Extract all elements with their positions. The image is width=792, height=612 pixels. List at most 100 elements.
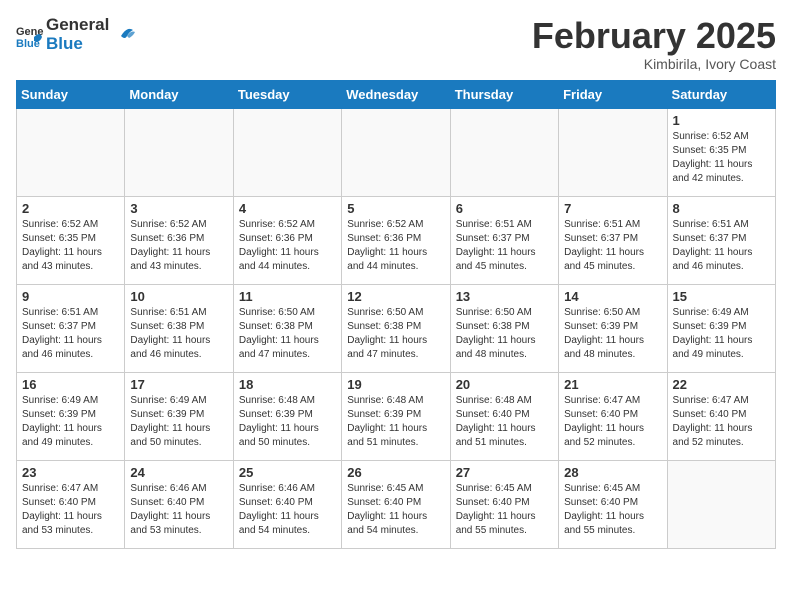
day-number: 18 [239,377,336,392]
calendar-cell [125,108,233,196]
calendar-cell: 3 Sunrise: 6:52 AM Sunset: 6:36 PM Daylig… [125,196,233,284]
day-info: Sunrise: 6:52 AM Sunset: 6:35 PM Dayligh… [22,218,119,274]
day-number: 12 [347,289,444,304]
day-info: Sunrise: 6:52 AM Sunset: 6:35 PM Dayligh… [673,130,770,186]
day-info: Sunrise: 6:47 AM Sunset: 6:40 PM Dayligh… [22,482,119,538]
calendar-cell: 18 Sunrise: 6:48 AM Sunset: 6:39 PM Dayli… [233,372,341,460]
logo-icon: General Blue [16,21,44,49]
day-number: 4 [239,201,336,216]
weekday-header-row: SundayMondayTuesdayWednesdayThursdayFrid… [17,80,776,108]
calendar-cell: 27 Sunrise: 6:45 AM Sunset: 6:40 PM Dayli… [450,460,558,548]
calendar-cell: 15 Sunrise: 6:49 AM Sunset: 6:39 PM Dayli… [667,284,775,372]
calendar-cell [667,460,775,548]
day-number: 11 [239,289,336,304]
calendar-cell: 10 Sunrise: 6:51 AM Sunset: 6:38 PM Dayli… [125,284,233,372]
day-number: 7 [564,201,661,216]
calendar-cell: 17Sunrise: 6:49 AM Sunset: 6:39 PM Dayli… [125,372,233,460]
calendar-cell: 14 Sunrise: 6:50 AM Sunset: 6:39 PM Dayli… [559,284,667,372]
month-title: February 2025 [532,16,776,56]
day-number: 26 [347,465,444,480]
weekday-header-saturday: Saturday [667,80,775,108]
day-number: 25 [239,465,336,480]
day-number: 21 [564,377,661,392]
day-info: Sunrise: 6:49 AM Sunset: 6:39 PM Dayligh… [673,306,770,362]
calendar-cell: 5 Sunrise: 6:52 AM Sunset: 6:36 PM Daylig… [342,196,450,284]
day-info: Sunrise: 6:47 AM Sunset: 6:40 PM Dayligh… [564,394,661,450]
day-info: Sunrise: 6:46 AM Sunset: 6:40 PM Dayligh… [130,482,227,538]
day-number: 27 [456,465,553,480]
title-block: February 2025 Kimbirila, Ivory Coast [532,16,776,72]
day-info: Sunrise: 6:48 AM Sunset: 6:39 PM Dayligh… [239,394,336,450]
day-info: Sunrise: 6:52 AM Sunset: 6:36 PM Dayligh… [130,218,227,274]
day-info: Sunrise: 6:51 AM Sunset: 6:38 PM Dayligh… [130,306,227,362]
calendar-cell: 22Sunrise: 6:47 AM Sunset: 6:40 PM Dayli… [667,372,775,460]
day-number: 17 [130,377,227,392]
calendar-week-row-3: 9 Sunrise: 6:51 AM Sunset: 6:37 PM Daylig… [17,284,776,372]
day-info: Sunrise: 6:50 AM Sunset: 6:38 PM Dayligh… [456,306,553,362]
calendar-week-row-4: 16 Sunrise: 6:49 AM Sunset: 6:39 PM Dayli… [17,372,776,460]
calendar-week-row-2: 2 Sunrise: 6:52 AM Sunset: 6:35 PM Daylig… [17,196,776,284]
page-header: General Blue General Blue February 2025 … [16,16,776,72]
calendar-cell [233,108,341,196]
logo-bird-icon [113,22,135,44]
calendar-cell: 4 Sunrise: 6:52 AM Sunset: 6:36 PM Daylig… [233,196,341,284]
day-number: 9 [22,289,119,304]
calendar-cell: 11Sunrise: 6:50 AM Sunset: 6:38 PM Dayli… [233,284,341,372]
day-info: Sunrise: 6:45 AM Sunset: 6:40 PM Dayligh… [456,482,553,538]
day-info: Sunrise: 6:52 AM Sunset: 6:36 PM Dayligh… [347,218,444,274]
calendar-cell: 23 Sunrise: 6:47 AM Sunset: 6:40 PM Dayli… [17,460,125,548]
day-info: Sunrise: 6:52 AM Sunset: 6:36 PM Dayligh… [239,218,336,274]
calendar-cell: 21 Sunrise: 6:47 AM Sunset: 6:40 PM Dayli… [559,372,667,460]
day-info: Sunrise: 6:51 AM Sunset: 6:37 PM Dayligh… [22,306,119,362]
svg-text:Blue: Blue [16,38,40,49]
day-number: 19 [347,377,444,392]
calendar-cell: 7 Sunrise: 6:51 AM Sunset: 6:37 PM Daylig… [559,196,667,284]
weekday-header-tuesday: Tuesday [233,80,341,108]
weekday-header-monday: Monday [125,80,233,108]
weekday-header-friday: Friday [559,80,667,108]
calendar-table: SundayMondayTuesdayWednesdayThursdayFrid… [16,80,776,549]
weekday-header-sunday: Sunday [17,80,125,108]
day-number: 6 [456,201,553,216]
calendar-cell: 24Sunrise: 6:46 AM Sunset: 6:40 PM Dayli… [125,460,233,548]
day-number: 20 [456,377,553,392]
day-info: Sunrise: 6:45 AM Sunset: 6:40 PM Dayligh… [564,482,661,538]
calendar-cell: 26Sunrise: 6:45 AM Sunset: 6:40 PM Dayli… [342,460,450,548]
logo-blue-text: Blue [46,35,109,54]
calendar-cell: 13 Sunrise: 6:50 AM Sunset: 6:38 PM Dayli… [450,284,558,372]
day-number: 1 [673,113,770,128]
day-number: 5 [347,201,444,216]
weekday-header-wednesday: Wednesday [342,80,450,108]
day-info: Sunrise: 6:51 AM Sunset: 6:37 PM Dayligh… [564,218,661,274]
calendar-week-row-5: 23 Sunrise: 6:47 AM Sunset: 6:40 PM Dayli… [17,460,776,548]
calendar-cell [17,108,125,196]
weekday-header-thursday: Thursday [450,80,558,108]
calendar-cell: 2 Sunrise: 6:52 AM Sunset: 6:35 PM Daylig… [17,196,125,284]
logo-general-text: General [46,16,109,35]
day-number: 16 [22,377,119,392]
day-info: Sunrise: 6:49 AM Sunset: 6:39 PM Dayligh… [22,394,119,450]
day-info: Sunrise: 6:47 AM Sunset: 6:40 PM Dayligh… [673,394,770,450]
logo: General Blue General Blue [16,16,135,53]
calendar-cell: 12Sunrise: 6:50 AM Sunset: 6:38 PM Dayli… [342,284,450,372]
day-number: 13 [456,289,553,304]
day-number: 3 [130,201,227,216]
location-subtitle: Kimbirila, Ivory Coast [532,56,776,72]
calendar-cell: 1 Sunrise: 6:52 AM Sunset: 6:35 PM Daylig… [667,108,775,196]
day-number: 2 [22,201,119,216]
day-info: Sunrise: 6:46 AM Sunset: 6:40 PM Dayligh… [239,482,336,538]
calendar-cell: 9 Sunrise: 6:51 AM Sunset: 6:37 PM Daylig… [17,284,125,372]
day-info: Sunrise: 6:50 AM Sunset: 6:39 PM Dayligh… [564,306,661,362]
calendar-week-row-1: 1 Sunrise: 6:52 AM Sunset: 6:35 PM Daylig… [17,108,776,196]
day-number: 23 [22,465,119,480]
day-number: 14 [564,289,661,304]
calendar-cell: 28Sunrise: 6:45 AM Sunset: 6:40 PM Dayli… [559,460,667,548]
day-number: 15 [673,289,770,304]
calendar-cell [559,108,667,196]
calendar-cell: 25 Sunrise: 6:46 AM Sunset: 6:40 PM Dayli… [233,460,341,548]
day-info: Sunrise: 6:48 AM Sunset: 6:40 PM Dayligh… [456,394,553,450]
day-info: Sunrise: 6:48 AM Sunset: 6:39 PM Dayligh… [347,394,444,450]
calendar-cell: 19 Sunrise: 6:48 AM Sunset: 6:39 PM Dayli… [342,372,450,460]
calendar-cell [450,108,558,196]
day-number: 10 [130,289,227,304]
